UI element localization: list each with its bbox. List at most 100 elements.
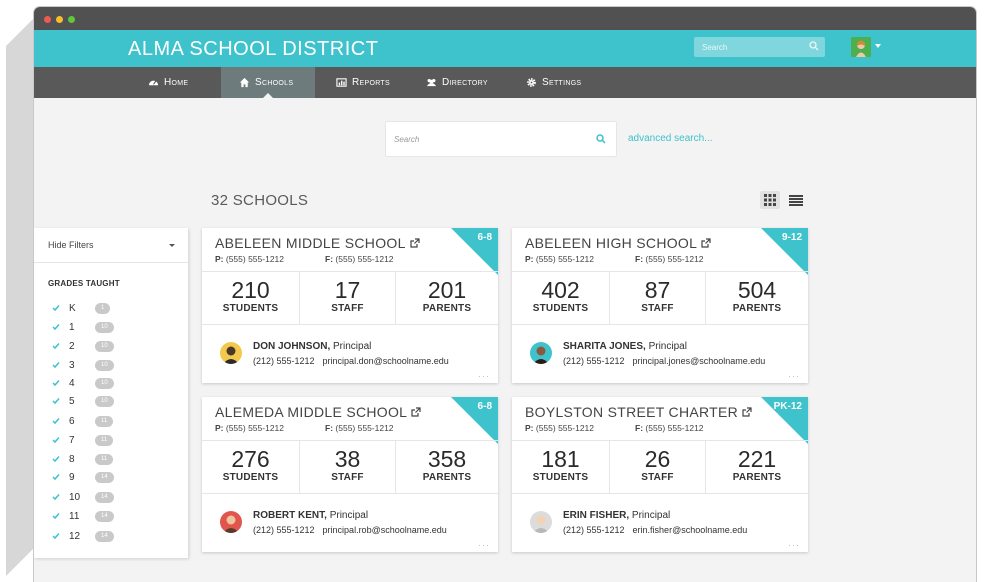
phone-number: (555) 555-1212 <box>225 423 285 433</box>
grade-filter-option[interactable]: K1 <box>52 301 111 315</box>
phone-label: P: <box>525 254 534 264</box>
parents-label: PARENTS <box>422 303 472 314</box>
grade-filter-option[interactable]: 4 10 <box>52 376 114 390</box>
user-menu-caret-icon[interactable] <box>875 44 881 48</box>
hide-filters-toggle[interactable]: Hide Filters <box>34 228 188 263</box>
minimize-window-button[interactable] <box>56 16 63 23</box>
header-search[interactable] <box>694 37 825 58</box>
principal-email[interactable]: principal.jones@schoolname.edu <box>633 356 766 366</box>
grade-filter-option[interactable]: 12 14 <box>52 529 114 543</box>
more-options-icon[interactable]: ··· <box>478 540 490 550</box>
check-icon[interactable] <box>52 397 60 405</box>
check-icon[interactable] <box>52 361 60 369</box>
header-search-input[interactable] <box>694 37 802 58</box>
principal-avatar-image <box>530 511 552 533</box>
external-link-icon[interactable] <box>410 238 420 248</box>
parents-stat: 221 PARENTS <box>706 441 808 493</box>
principal-name-text: DON JOHNSON, <box>253 341 331 352</box>
school-card[interactable]: 6-8 ALEMEDA MIDDLE SCHOOL P: (555) 555-121… <box>202 397 498 552</box>
nav-settings[interactable]: Settings <box>508 67 599 98</box>
grade-filter-option[interactable]: 11 14 <box>52 509 114 523</box>
school-card[interactable]: 6-8 ABELEEN MIDDLE SCHOOL P: (555) 555-121… <box>202 228 498 383</box>
principal-email[interactable]: principal.don@schoolname.edu <box>323 356 449 366</box>
grade-filter-option[interactable]: 6 11 <box>52 414 114 428</box>
school-stats: 276 STUDENTS 38 STAFF 358 PARENTS <box>202 440 498 494</box>
check-icon[interactable] <box>52 493 60 501</box>
school-card[interactable]: PK-12 BOYLSTON STREET CHARTER P: (555) 555… <box>512 397 808 552</box>
school-search-input[interactable] <box>386 122 574 156</box>
grade-count-badge: 14 <box>95 530 114 542</box>
phone-label: P: <box>525 423 534 433</box>
parents-count: 358 <box>427 446 467 472</box>
grid-view-button[interactable] <box>760 191 780 209</box>
grade-filter-option[interactable]: 2 10 <box>52 339 114 353</box>
window-titlebar <box>34 7 976 30</box>
fax-label: F: <box>635 423 644 433</box>
staff-label: STAFF <box>331 472 364 483</box>
list-view-button[interactable] <box>787 191 805 209</box>
search-icon[interactable] <box>809 41 819 51</box>
more-options-icon[interactable]: ··· <box>788 371 800 381</box>
principal-email[interactable]: erin.fisher@schoolname.edu <box>633 525 748 535</box>
external-link-icon[interactable] <box>411 407 421 417</box>
parents-stat: 504 PARENTS <box>706 272 808 324</box>
external-link-icon[interactable] <box>701 238 711 248</box>
check-icon[interactable] <box>52 379 60 387</box>
nav-directory[interactable]: Directory <box>408 67 506 98</box>
grade-count-badge: 14 <box>95 510 114 522</box>
grade-filter-option[interactable]: 1 10 <box>52 320 114 334</box>
school-search[interactable] <box>385 121 617 157</box>
school-name: ALEMEDA MIDDLE SCHOOL <box>215 404 408 420</box>
check-icon[interactable] <box>52 304 60 312</box>
nav-schools[interactable]: Schools <box>221 67 315 98</box>
maximize-window-button[interactable] <box>68 16 75 23</box>
user-avatar[interactable] <box>851 37 871 57</box>
check-icon[interactable] <box>52 323 60 331</box>
nav-home[interactable]: Home <box>130 67 206 98</box>
check-icon[interactable] <box>52 473 60 481</box>
check-icon[interactable] <box>52 342 60 350</box>
school-name-link[interactable]: BOYLSTON STREET CHARTER <box>525 404 752 420</box>
grade-filter-option[interactable]: 7 11 <box>52 433 114 447</box>
grade-count-badge: 10 <box>95 359 114 371</box>
check-icon[interactable] <box>52 512 60 520</box>
school-name-link[interactable]: ALEMEDA MIDDLE SCHOOL <box>215 404 421 420</box>
school-card[interactable]: 9-12 ABELEEN HIGH SCHOOL P: (555) 555-1212… <box>512 228 808 383</box>
students-count: 402 <box>541 277 580 303</box>
advanced-search-link[interactable]: advanced search... <box>628 133 713 144</box>
students-count: 276 <box>231 446 270 472</box>
principal-contact: (212) 555-1212 principal.rob@schoolname.e… <box>253 525 447 535</box>
grade-filter-option[interactable]: 8 11 <box>52 452 114 466</box>
external-link-icon[interactable] <box>742 407 752 417</box>
home-icon <box>239 77 250 88</box>
fax-number: (555) 555-1212 <box>645 254 704 264</box>
check-icon[interactable] <box>52 532 60 540</box>
nav-home-label: Home <box>164 77 189 88</box>
check-icon[interactable] <box>52 417 60 425</box>
grade-filter-option[interactable]: 9 14 <box>52 470 114 484</box>
school-name-link[interactable]: ABELEEN HIGH SCHOOL <box>525 235 711 251</box>
nav-reports[interactable]: Reports <box>318 67 408 98</box>
search-icon[interactable] <box>596 134 606 144</box>
more-options-icon[interactable]: ··· <box>478 371 490 381</box>
grade-range-label: PK-12 <box>773 401 802 412</box>
students-stat: 181 STUDENTS <box>512 441 610 493</box>
more-options-icon[interactable]: ··· <box>788 540 800 550</box>
grade-count-badge: 11 <box>95 453 114 465</box>
school-phone: P: (555) 555-1212 <box>525 254 594 264</box>
grade-filter-option[interactable]: 10 14 <box>52 490 114 504</box>
close-window-button[interactable] <box>44 16 51 23</box>
user-avatar-image <box>851 37 871 57</box>
check-icon[interactable] <box>52 455 60 463</box>
students-label: STUDENTS <box>532 472 589 483</box>
principal-avatar-image <box>220 511 242 533</box>
school-name-link[interactable]: ABELEEN MIDDLE SCHOOL <box>215 235 420 251</box>
check-icon[interactable] <box>52 436 60 444</box>
grade-filter-option[interactable]: 5 10 <box>52 394 114 408</box>
principal-email[interactable]: principal.rob@schoolname.edu <box>323 525 447 535</box>
grade-filter-label: 1 <box>69 321 75 333</box>
school-fax: F: (555) 555-1212 <box>635 254 704 264</box>
hide-filters-label: Hide Filters <box>48 240 94 250</box>
grade-filter-option[interactable]: 3 10 <box>52 358 114 372</box>
fax-label: F: <box>325 423 334 433</box>
